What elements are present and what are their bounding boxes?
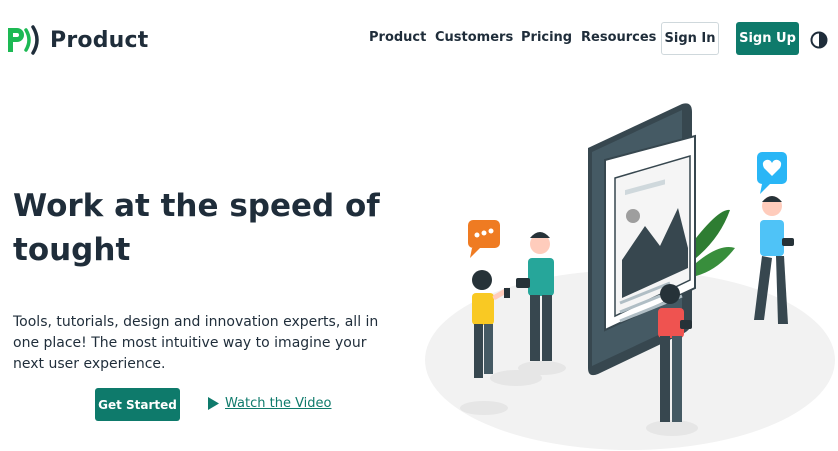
get-started-button[interactable]: Get Started [95,388,180,421]
hero-illustration [425,103,835,450]
sign-in-button[interactable]: Sign In [661,22,719,55]
logo-mark-icon [8,25,39,55]
hero-subtitle: Tools, tutorials, design and innovation … [13,314,379,372]
nav-item-product[interactable]: Product [369,30,426,45]
header: Product Product Customers Pricing Resour… [0,0,838,78]
brand-name: Product [50,27,149,53]
nav-item-customers[interactable]: Customers [435,30,513,45]
nav-item-pricing[interactable]: Pricing [521,30,572,45]
sign-up-button[interactable]: Sign Up [736,22,799,55]
watch-video-label: Watch the Video [225,396,332,411]
watch-video-link[interactable]: Watch the Video [208,396,332,411]
play-icon [208,397,219,410]
brand-logo[interactable]: Product [6,24,148,56]
contrast-icon[interactable] [809,30,829,50]
hero-title: Work at the speed of tought [13,188,380,268]
nav-item-resources[interactable]: Resources [581,30,656,45]
